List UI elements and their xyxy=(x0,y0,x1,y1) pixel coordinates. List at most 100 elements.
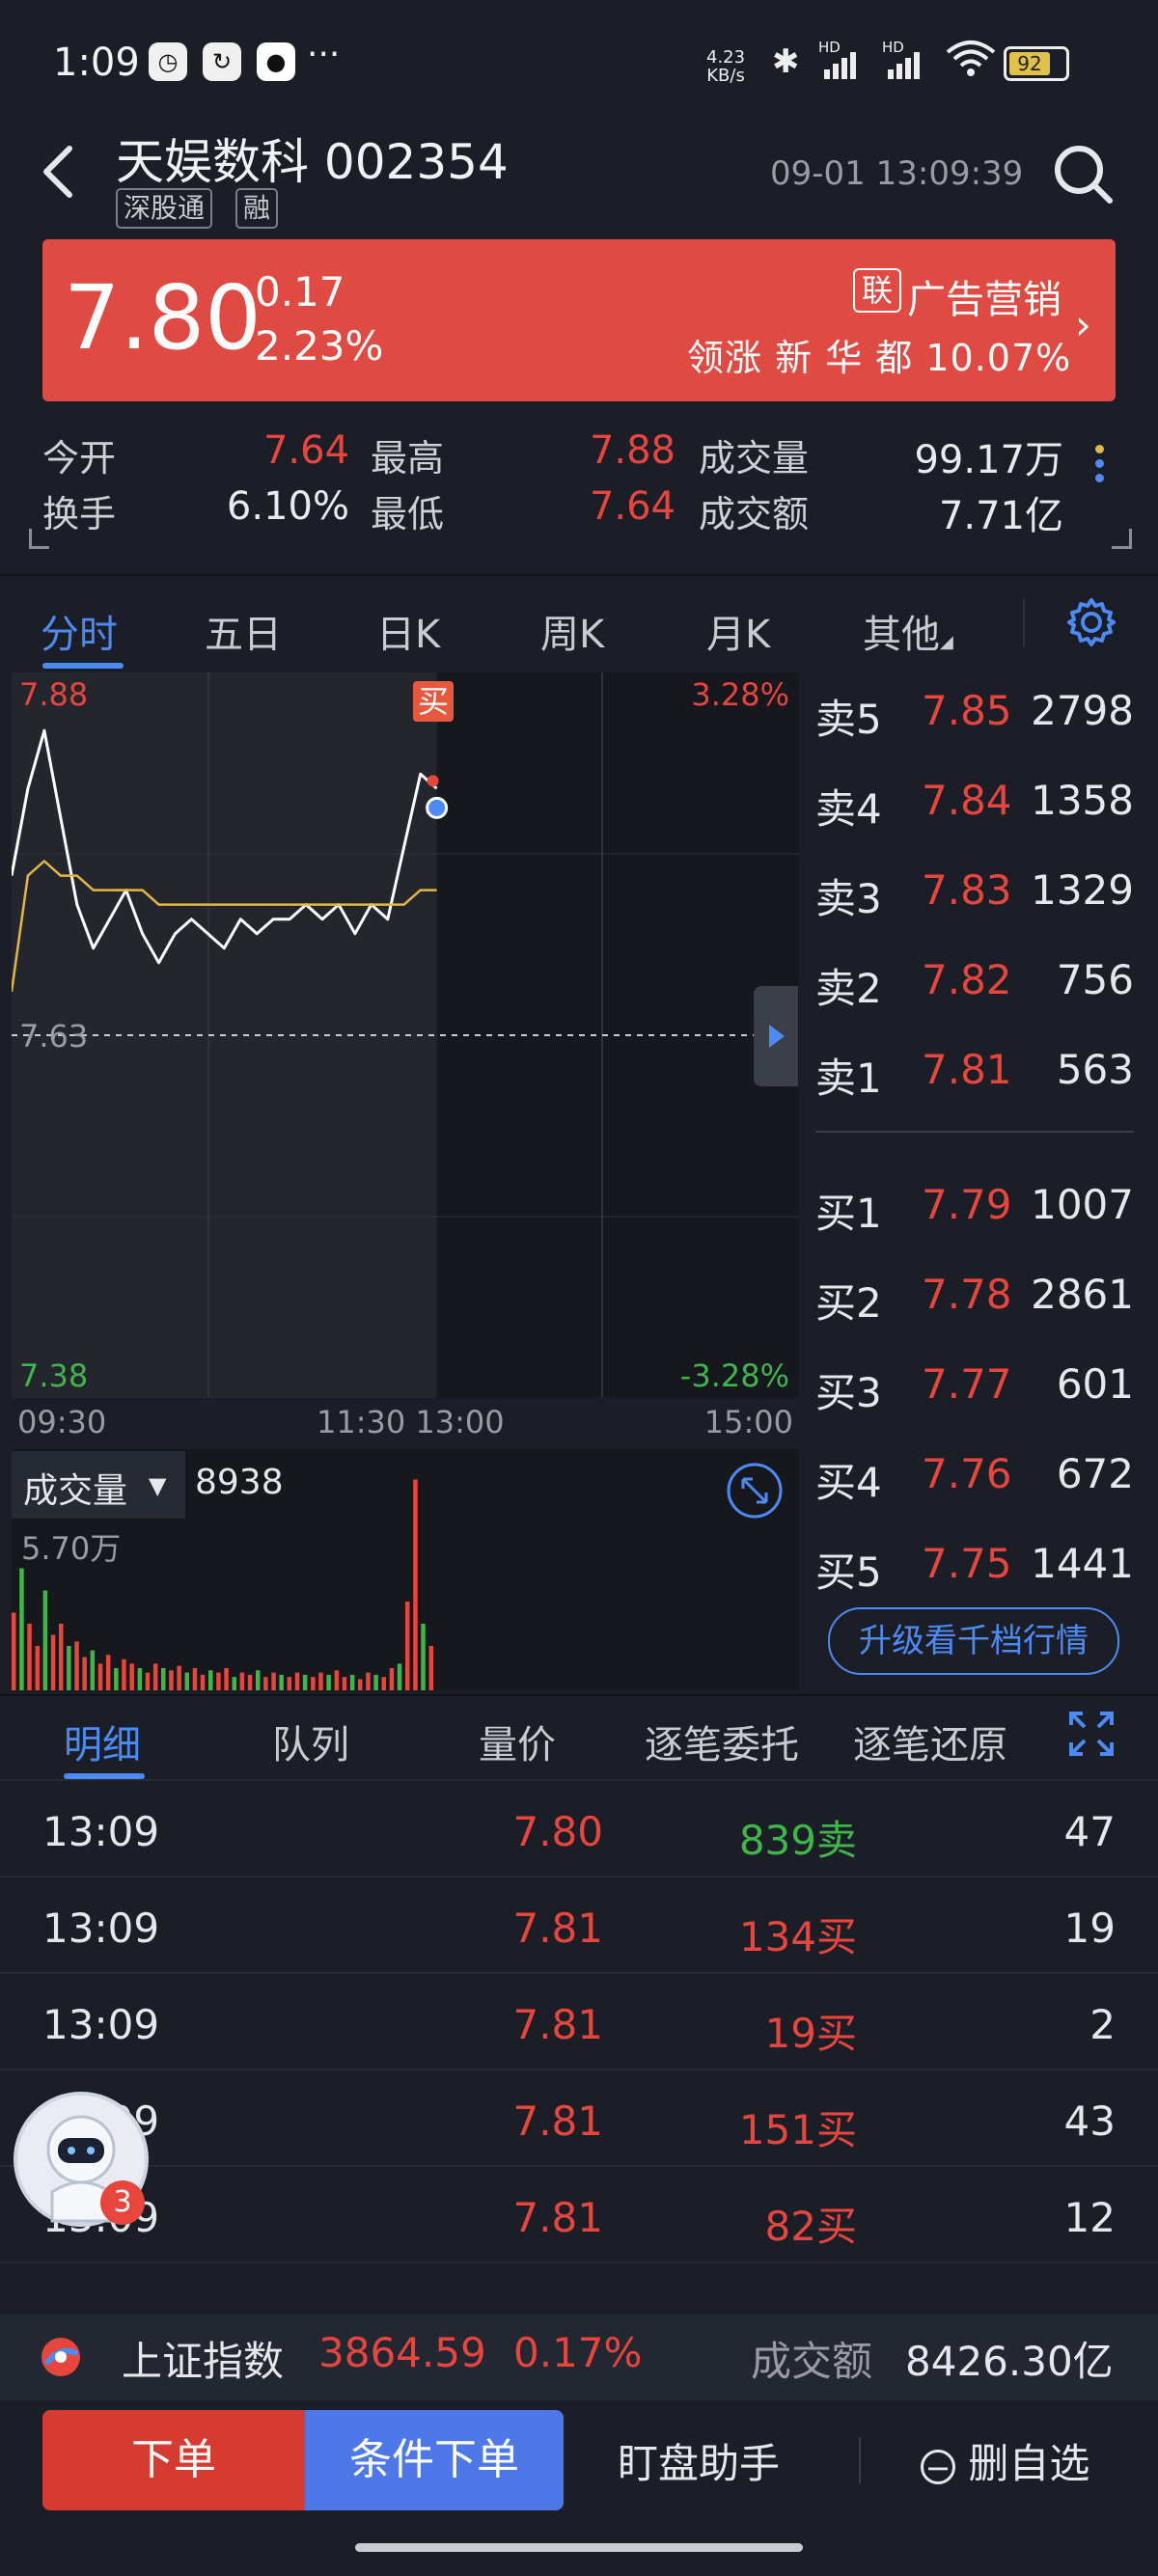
conditional-order-button[interactable]: 条件下单 xyxy=(305,2410,564,2510)
monitor-assistant-button[interactable]: 盯盘助手 xyxy=(618,2431,780,2490)
upgrade-depth-button[interactable]: 升级看千档行情 xyxy=(828,1607,1119,1675)
search-icon[interactable] xyxy=(1052,143,1116,206)
tab-weekly-k[interactable]: 周K xyxy=(540,603,604,659)
fullscreen-icon[interactable] xyxy=(1067,1710,1116,1758)
corner-decoration xyxy=(1112,529,1132,549)
volume-bar xyxy=(287,1677,292,1690)
trade-time: 13:09 xyxy=(42,1808,160,1855)
expand-icon[interactable] xyxy=(726,1462,784,1520)
volume-bar xyxy=(12,1612,16,1690)
net-speed-unit: KB/s xyxy=(706,66,745,86)
bids-label: 买1 xyxy=(815,1190,882,1237)
clock-app-icon: ◷ xyxy=(149,42,187,81)
buy-marker[interactable]: 买 xyxy=(413,681,454,722)
tab-order-by-order[interactable]: 逐笔委托 xyxy=(645,1713,799,1769)
asks-label: 卖4 xyxy=(815,785,882,833)
bids-price: 7.77 xyxy=(922,1360,1012,1408)
divider xyxy=(1023,598,1025,646)
volume-bar xyxy=(349,1674,355,1690)
tab-details[interactable]: 明细 xyxy=(64,1713,141,1769)
intraday-chart[interactable]: 7.88 3.28% 7.63 7.38 -3.28% xyxy=(12,672,799,1398)
volume-bar xyxy=(373,1674,378,1690)
volume-bar xyxy=(90,1650,96,1690)
trade-count: 19 xyxy=(1063,1905,1116,1952)
volume-bar xyxy=(200,1674,206,1690)
asks-row[interactable]: 卖3 7.83 1329 xyxy=(815,866,1134,924)
volume-bar xyxy=(413,1479,418,1690)
asks-row[interactable]: 卖5 7.85 2798 xyxy=(815,687,1134,745)
sector-leader[interactable]: 领涨 新 华 都 10.07% xyxy=(687,328,1071,381)
more-options-icon[interactable] xyxy=(1089,439,1110,501)
status-bar: 1:09 ◷ ↻ ● ··· 4.23 KB/s ✱ HD HD 92 xyxy=(0,0,1158,130)
stat-value: 99.17万 xyxy=(914,438,1063,482)
trade-count: 43 xyxy=(1063,2097,1116,2145)
more-notifications-icon: ··· xyxy=(307,35,341,74)
volume-bar xyxy=(42,1590,48,1690)
tab-monthly-k[interactable]: 月K xyxy=(706,603,770,659)
bids-volume: 2861 xyxy=(1031,1271,1134,1318)
volume-bar xyxy=(19,1568,24,1690)
intraday-chart-svg xyxy=(12,672,799,1398)
trade-price: 7.80 xyxy=(512,1808,603,1855)
volume-bar xyxy=(366,1672,371,1690)
index-name: 上证指数 xyxy=(122,2338,285,2385)
tab-queue[interactable]: 队列 xyxy=(272,1713,349,1769)
volume-bar xyxy=(294,1672,300,1690)
tab-tick-restore[interactable]: 逐笔还原 xyxy=(853,1713,1007,1769)
bids-row[interactable]: 买4 7.76 672 xyxy=(815,1450,1134,1508)
volume-max-label: 5.70万 xyxy=(21,1530,122,1567)
volume-bar xyxy=(208,1670,213,1690)
volume-bar xyxy=(311,1677,316,1690)
tab-daily-k[interactable]: 日K xyxy=(376,603,440,659)
asks-price: 7.82 xyxy=(922,956,1012,1003)
index-value: 3864.59 xyxy=(318,2329,486,2376)
trade-detail-tabs: 明细 队列 量价 逐笔委托 逐笔还原 xyxy=(0,1694,1158,1781)
volume-bar xyxy=(381,1677,386,1690)
stat-label: 换手 xyxy=(42,493,117,535)
collapse-order-book-handle[interactable] xyxy=(754,986,798,1086)
index-change-pct: 0.17% xyxy=(513,2329,643,2376)
home-indicator[interactable] xyxy=(355,2543,803,2552)
gear-icon[interactable] xyxy=(1065,596,1117,648)
asks-price: 7.85 xyxy=(922,687,1012,734)
stat-value: 7.64 xyxy=(262,428,349,473)
trades-list-more xyxy=(0,2261,1158,2316)
sector-name[interactable]: 广告营销 xyxy=(907,268,1062,324)
tab-five-day[interactable]: 五日 xyxy=(205,603,282,659)
bids-price: 7.75 xyxy=(922,1540,1012,1587)
play-right-icon xyxy=(769,1025,785,1048)
bids-row[interactable]: 买3 7.77 601 xyxy=(815,1360,1134,1418)
bids-volume: 1007 xyxy=(1031,1181,1134,1228)
remove-favorite-button[interactable]: − 删自选 xyxy=(921,2431,1089,2490)
bids-row[interactable]: 买2 7.78 2861 xyxy=(815,1271,1134,1329)
stat-label: 成交量 xyxy=(699,437,810,480)
chart-period-tabs: 分时 五日 日K 周K 月K 其他◢ xyxy=(0,574,1158,672)
remove-favorite-label: 删自选 xyxy=(968,2440,1090,2487)
tab-other[interactable]: 其他◢ xyxy=(863,603,953,659)
tab-intraday[interactable]: 分时 xyxy=(41,603,118,659)
price-axis-low: 7.38 xyxy=(19,1357,89,1394)
volume-bar xyxy=(216,1672,221,1690)
bids-row[interactable]: 买5 7.75 1441 xyxy=(815,1540,1134,1598)
stat-value: 7.71亿 xyxy=(938,494,1063,538)
tab-other-label: 其他 xyxy=(863,613,940,657)
bids-row[interactable]: 买1 7.79 1007 xyxy=(815,1181,1134,1239)
corner-decoration xyxy=(29,529,49,549)
asks-row[interactable]: 卖2 7.82 756 xyxy=(815,956,1134,1014)
stock-code: 002354 xyxy=(323,134,509,190)
asks-row[interactable]: 卖1 7.81 563 xyxy=(815,1046,1134,1104)
back-icon[interactable] xyxy=(39,143,77,201)
volume-bar xyxy=(263,1677,268,1690)
tab-volume-price[interactable]: 量价 xyxy=(479,1713,556,1769)
sector-badge: 联 xyxy=(853,268,901,313)
index-amount-label: 成交额 xyxy=(751,2338,873,2385)
asks-row[interactable]: 卖4 7.84 1358 xyxy=(815,777,1134,835)
volume-bar xyxy=(428,1646,433,1690)
chevron-right-icon[interactable]: › xyxy=(1075,301,1091,348)
volume-bar xyxy=(50,1634,56,1690)
sync-app-icon: ↻ xyxy=(203,42,241,81)
minus-circle-icon: − xyxy=(921,2449,955,2484)
order-book-divider xyxy=(815,1131,1134,1133)
price-change: 0.17 xyxy=(255,268,345,315)
order-button[interactable]: 下单 xyxy=(42,2410,305,2510)
